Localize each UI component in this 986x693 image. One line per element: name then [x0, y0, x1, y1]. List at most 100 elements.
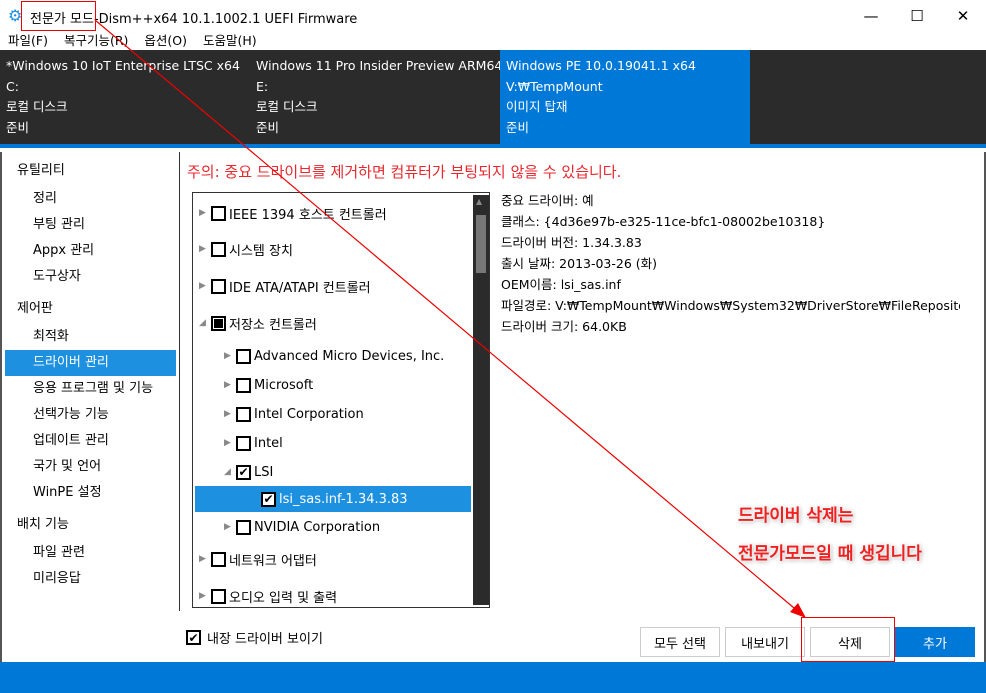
checkbox[interactable] — [211, 551, 226, 567]
checkbox[interactable]: ✔ — [236, 464, 251, 480]
close-button[interactable]: ✕ — [940, 0, 986, 32]
tree-item[interactable]: ▶ 네트워크 어댑터 — [199, 546, 317, 572]
maximize-button[interactable]: ☐ — [894, 0, 940, 32]
tree-item[interactable]: ✔ lsi_sas.inf-1.34.3.83 — [195, 486, 471, 512]
sidebar-item[interactable]: WinPE 설정 — [5, 480, 176, 506]
image-entry[interactable]: Windows PE 10.0.19041.1 x64 V:₩TempMount 이… — [500, 50, 750, 144]
image-status: 준비 — [256, 119, 280, 135]
tree-item[interactable]: ▶ NVIDIA Corporation — [224, 514, 380, 540]
image-name: Windows 11 Pro Insider Preview ARM64 — [256, 58, 500, 73]
image-list: *Windows 10 IoT Enterprise LTSC x64 C: 로컬 … — [0, 50, 986, 148]
sidebar: 유틸리티 정리 부팅 관리 Appx 관리 도구상자 제어판 최적화 드라이버 관리 응용 프로… — [2, 152, 180, 611]
tree-item[interactable]: ◢ ✔ LSI — [224, 459, 273, 485]
sidebar-item[interactable]: 드라이버 관리 — [5, 350, 176, 376]
expand-icon[interactable]: ▶ — [224, 438, 236, 448]
sidebar-item[interactable]: 미리응답 — [5, 566, 176, 592]
checkbox[interactable] — [236, 435, 251, 451]
tree-item-label: 저장소 컨트롤러 — [229, 317, 317, 333]
scroll-thumb[interactable] — [476, 215, 486, 273]
menu-item[interactable]: 도움말(H) — [195, 32, 265, 50]
detail-line: 출시 날짜: 2013-03-26 (화) — [501, 256, 658, 271]
sidebar-item[interactable]: 정리 — [5, 186, 176, 212]
add-button[interactable]: 추가 — [895, 627, 975, 657]
image-status: 준비 — [506, 119, 530, 135]
sidebar-item[interactable]: 부팅 관리 — [5, 212, 176, 238]
image-name: *Windows 10 IoT Enterprise LTSC x64 — [6, 58, 240, 73]
checkbox[interactable] — [211, 241, 226, 257]
show-builtin-checkbox[interactable]: ✔ 내장 드라이버 보이기 — [186, 628, 323, 647]
expand-icon[interactable]: ▶ — [199, 591, 211, 601]
collapse-icon[interactable]: ◢ — [199, 318, 211, 328]
checkbox[interactable] — [211, 278, 226, 294]
tree-item-label: 시스템 장치 — [229, 243, 293, 259]
collapse-icon[interactable]: ◢ — [224, 467, 236, 477]
sidebar-item[interactable]: 선택가능 기능 — [5, 402, 176, 428]
tree-item-label: Intel — [254, 435, 283, 451]
sidebar-item[interactable]: 최적화 — [5, 324, 176, 350]
tree-item[interactable]: ▶ Microsoft — [224, 372, 313, 398]
checkbox[interactable]: ✔ — [261, 491, 276, 507]
sidebar-item[interactable]: 응용 프로그램 및 기능 — [5, 376, 176, 402]
checkbox[interactable] — [236, 377, 251, 393]
detail-line: 클래스: {4d36e97b-e325-11ce-bfc1-08002be103… — [501, 214, 826, 229]
checkbox[interactable] — [236, 519, 251, 535]
image-type: 이미지 탑재 — [506, 99, 568, 114]
menu-item[interactable]: 옵션(O) — [136, 32, 195, 50]
tree-item[interactable]: ◢ 저장소 컨트롤러 — [199, 310, 317, 336]
checkbox[interactable] — [211, 205, 226, 221]
expand-icon[interactable]: ▶ — [224, 380, 236, 390]
checkbox[interactable] — [236, 348, 251, 364]
tree-item-label: IDE ATA/ATAPI 컨트롤러 — [229, 280, 371, 296]
image-entry[interactable]: Windows 11 Pro Insider Preview ARM64 E: 로컬… — [250, 50, 500, 144]
tree-item-label: Microsoft — [254, 377, 314, 393]
image-entry[interactable]: *Windows 10 IoT Enterprise LTSC x64 C: 로컬 … — [0, 50, 250, 144]
sidebar-item[interactable]: 국가 및 언어 — [5, 454, 176, 480]
select-all-button[interactable]: 모두 선택 — [640, 627, 720, 657]
tree-item[interactable]: ▶ 오디오 입력 및 출력 — [199, 583, 337, 607]
checkbox-icon[interactable]: ✔ — [186, 630, 201, 645]
export-button[interactable]: 내보내기 — [725, 627, 805, 657]
checkbox[interactable] — [211, 315, 226, 331]
status-bar — [0, 662, 986, 693]
show-builtin-label: 내장 드라이버 보이기 — [207, 632, 323, 647]
sidebar-item[interactable]: Appx 관리 — [5, 238, 176, 264]
image-drive: V:₩TempMount — [506, 78, 603, 94]
tree-item[interactable]: ▶ Advanced Micro Devices, Inc. — [224, 343, 444, 369]
expand-icon[interactable]: ▶ — [199, 208, 211, 218]
tree-item[interactable]: ▶ IDE ATA/ATAPI 컨트롤러 — [199, 273, 371, 299]
expand-icon[interactable]: ▶ — [224, 409, 236, 419]
tree-item[interactable]: ▶ 시스템 장치 — [199, 236, 293, 262]
window-title: 전문가 모드-Dism++x64 10.1.1002.1 UEFI Firmwa… — [30, 8, 357, 27]
detail-line: 파일경로: V:₩TempMount₩Windows₩System32₩Driv… — [501, 298, 960, 313]
expand-icon[interactable]: ▶ — [199, 554, 211, 564]
checkbox[interactable] — [211, 588, 226, 604]
tree-item-label: IEEE 1394 호스트 컨트롤러 — [229, 207, 387, 223]
scroll-up-icon[interactable]: ▲ — [476, 197, 482, 206]
tree-scrollbar[interactable]: ▲ — [473, 195, 489, 605]
expand-icon[interactable]: ▶ — [199, 244, 211, 254]
driver-details: 중요 드라이버: 예 클래스: {4d36e97b-e325-11ce-bfc1-… — [501, 190, 960, 337]
delete-button[interactable]: 삭제 — [810, 627, 890, 657]
detail-line: 드라이버 크기: 64.0KB — [501, 319, 627, 334]
minimize-button[interactable]: — — [848, 0, 894, 32]
menu-bar: 파일(F) 복구기능(R) 옵션(O) 도움말(H) — [0, 32, 986, 50]
menu-item[interactable]: 복구기능(R) — [56, 32, 136, 50]
sidebar-item[interactable]: 도구상자 — [5, 264, 176, 290]
tree-item[interactable]: ▶ IEEE 1394 호스트 컨트롤러 — [199, 200, 387, 226]
image-type: 로컬 디스크 — [6, 99, 68, 114]
image-type: 로컬 디스크 — [256, 99, 318, 114]
expand-icon[interactable]: ▶ — [199, 281, 211, 291]
expand-icon[interactable]: ▶ — [224, 351, 236, 361]
sidebar-item[interactable]: 파일 관련 — [5, 540, 176, 566]
menu-item[interactable]: 파일(F) — [0, 32, 56, 50]
image-status: 준비 — [6, 119, 30, 135]
tree-item[interactable]: ▶ Intel — [224, 430, 283, 456]
tree-item-label: LSI — [254, 464, 274, 480]
warning-text: 주의: 중요 드라이브를 제거하면 컴퓨터가 부팅되지 않을 수 있습니다. — [187, 163, 622, 181]
tree-item[interactable]: ▶ Intel Corporation — [224, 401, 364, 427]
checkbox[interactable] — [236, 406, 251, 422]
expand-icon[interactable]: ▶ — [224, 522, 236, 532]
tree-item-label: lsi_sas.inf-1.34.3.83 — [279, 491, 408, 507]
sidebar-item[interactable]: 업데이트 관리 — [5, 428, 176, 454]
driver-tree[interactable]: ▶ 오디오 입력 및 출력 ▶ 네트워크 어댑터 ▶ NVIDIA Corporation… — [192, 192, 490, 608]
